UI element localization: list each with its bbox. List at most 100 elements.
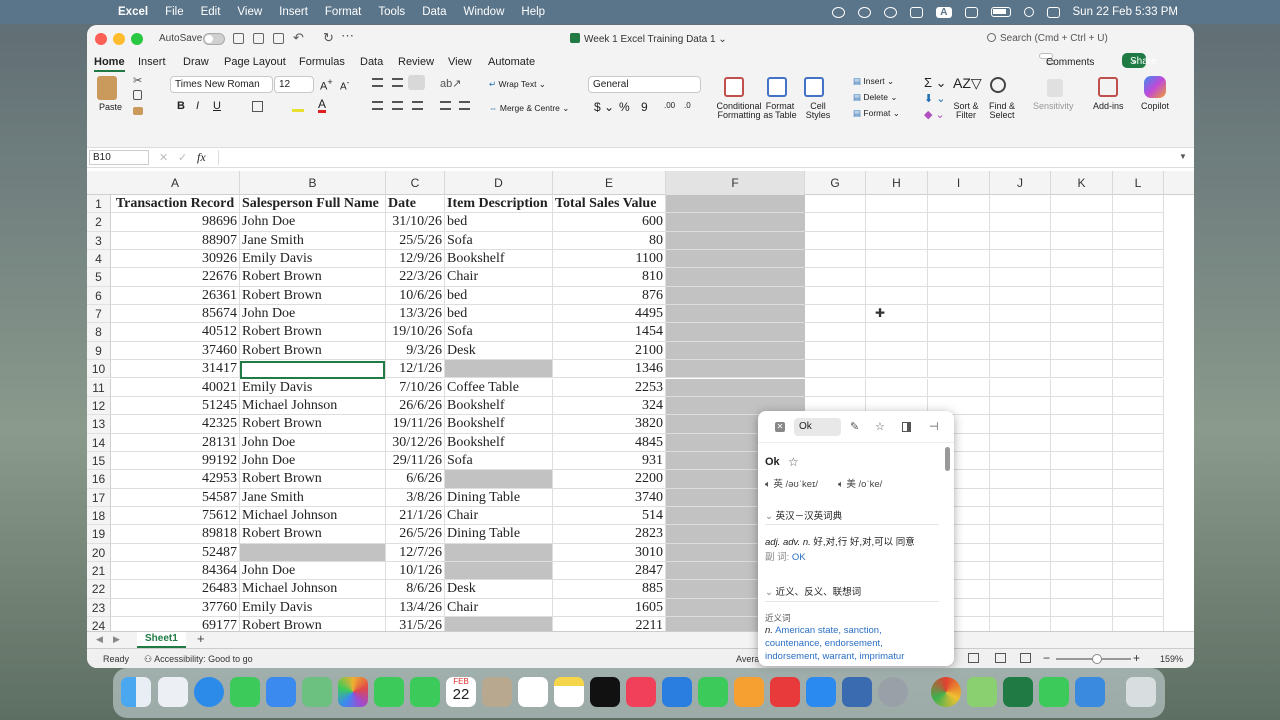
conditional-formatting-icon[interactable] [724, 77, 744, 97]
table-cell[interactable] [1113, 286, 1164, 306]
table-cell[interactable]: 37460 [111, 341, 240, 361]
tab-data[interactable]: Data [360, 56, 383, 68]
status-icon[interactable] [832, 6, 846, 18]
table-cell[interactable]: Sofa [445, 451, 553, 471]
column-header[interactable]: C [386, 171, 445, 195]
orientation-icon[interactable]: ab↗ [440, 77, 461, 90]
row-header[interactable]: 19 [87, 525, 111, 544]
menu-format[interactable]: Format [325, 6, 361, 18]
table-cell[interactable] [1113, 543, 1164, 562]
table-cell[interactable] [866, 268, 928, 287]
table-cell[interactable]: Emily Davis [240, 378, 386, 397]
font-color-icon[interactable]: A [318, 98, 327, 113]
row-header[interactable]: 16 [87, 470, 111, 489]
table-cell[interactable] [1051, 506, 1113, 526]
table-cell[interactable]: 42325 [111, 415, 240, 434]
row-header[interactable]: 15 [87, 451, 111, 471]
music-icon[interactable] [626, 677, 656, 707]
table-cell[interactable] [805, 231, 866, 251]
close-window-button[interactable] [95, 33, 107, 45]
wechat-status-icon[interactable] [858, 6, 872, 18]
table-cell[interactable]: John Doe [240, 305, 386, 324]
table-cell[interactable] [805, 213, 866, 232]
table-cell[interactable]: 8/6/26 [386, 580, 445, 599]
menu-data[interactable]: Data [422, 6, 446, 18]
table-cell[interactable] [990, 360, 1051, 379]
table-cell[interactable]: Robert Brown [240, 470, 386, 489]
table-cell[interactable]: 54587 [111, 488, 240, 507]
table-cell[interactable]: 21/1/26 [386, 506, 445, 526]
table-cell[interactable] [445, 360, 553, 379]
grow-font-icon[interactable]: A+ [320, 77, 333, 93]
sheet-tab-sheet1[interactable]: Sheet1 [137, 632, 186, 648]
table-cell[interactable]: Date [386, 195, 445, 214]
table-cell[interactable]: 885 [553, 580, 666, 599]
table-cell[interactable]: bed [445, 305, 553, 324]
launchpad-icon[interactable] [158, 677, 188, 707]
column-header[interactable]: B [240, 171, 386, 195]
table-cell[interactable] [1051, 268, 1113, 287]
table-cell[interactable]: 2847 [553, 562, 666, 581]
table-cell[interactable] [1113, 525, 1164, 544]
table-cell[interactable] [928, 268, 990, 287]
table-cell[interactable]: 98696 [111, 213, 240, 232]
table-cell[interactable]: Jane Smith [240, 488, 386, 507]
table-cell[interactable] [445, 562, 553, 581]
us-pronunciation[interactable]: 🔈︎ 美 /oˈke/ [838, 476, 882, 490]
normal-view-icon[interactable] [968, 653, 979, 663]
table-cell[interactable]: 88907 [111, 231, 240, 251]
tab-draw[interactable]: Draw [183, 56, 209, 68]
contacts-icon[interactable] [482, 677, 512, 707]
table-cell[interactable]: 12/1/26 [386, 360, 445, 379]
zoom-out-button[interactable]: − [1043, 651, 1050, 665]
column-header[interactable]: G [805, 171, 866, 195]
row-header[interactable]: 3 [87, 231, 111, 251]
table-cell[interactable] [990, 433, 1051, 452]
table-cell[interactable]: 1346 [553, 360, 666, 379]
table-cell[interactable] [990, 231, 1051, 251]
table-cell[interactable]: Bookshelf [445, 415, 553, 434]
table-cell[interactable]: 40021 [111, 378, 240, 397]
align-center-icon[interactable] [392, 101, 403, 110]
clock[interactable]: Sun 22 Feb 5:33 PM [1073, 6, 1178, 18]
column-header[interactable]: K [1051, 171, 1113, 195]
row-header[interactable]: 18 [87, 506, 111, 526]
cut-icon[interactable]: ✂ [133, 74, 142, 87]
table-cell[interactable] [1113, 598, 1164, 618]
table-cell[interactable]: 10/6/26 [386, 286, 445, 306]
page-break-view-icon[interactable] [1020, 653, 1031, 663]
table-cell[interactable] [1051, 286, 1113, 306]
minimize-window-button[interactable] [113, 33, 125, 45]
table-cell[interactable]: 26/6/26 [386, 396, 445, 416]
align-right-icon[interactable] [412, 101, 423, 110]
table-cell[interactable] [928, 378, 990, 397]
reminders-icon[interactable] [518, 677, 548, 707]
table-cell[interactable]: Michael Johnson [240, 580, 386, 599]
table-cell[interactable] [1051, 415, 1113, 434]
table-cell[interactable] [1051, 562, 1113, 581]
table-cell[interactable]: 29/11/26 [386, 451, 445, 471]
table-cell[interactable] [990, 598, 1051, 618]
autosave-toggle[interactable] [203, 33, 225, 45]
link-status-icon[interactable] [964, 6, 978, 18]
table-cell[interactable] [240, 360, 386, 379]
column-header[interactable]: I [928, 171, 990, 195]
table-cell[interactable]: Emily Davis [240, 598, 386, 618]
table-cell[interactable] [1113, 341, 1164, 361]
table-cell[interactable] [990, 506, 1051, 526]
increase-decimal-icon[interactable]: .00 [664, 101, 675, 110]
document-title[interactable]: Week 1 Excel Training Data 1 ⌄ [570, 33, 727, 45]
table-cell[interactable] [240, 543, 386, 562]
table-cell[interactable] [928, 213, 990, 232]
row-header[interactable]: 23 [87, 598, 111, 618]
table-cell[interactable]: Michael Johnson [240, 396, 386, 416]
chrome-icon[interactable] [931, 677, 961, 707]
table-cell[interactable]: Robert Brown [240, 286, 386, 306]
row-header[interactable]: 6 [87, 286, 111, 306]
spreadsheet-grid[interactable]: ABCDEFGHIJKL 1 Transaction Record Salesper… [87, 171, 1194, 656]
zoom-level[interactable]: 159% [1160, 654, 1183, 664]
table-cell[interactable]: 13/4/26 [386, 598, 445, 618]
app-store-icon[interactable] [806, 677, 836, 707]
decrease-indent-icon[interactable] [440, 101, 451, 110]
table-cell[interactable]: 19/10/26 [386, 323, 445, 342]
